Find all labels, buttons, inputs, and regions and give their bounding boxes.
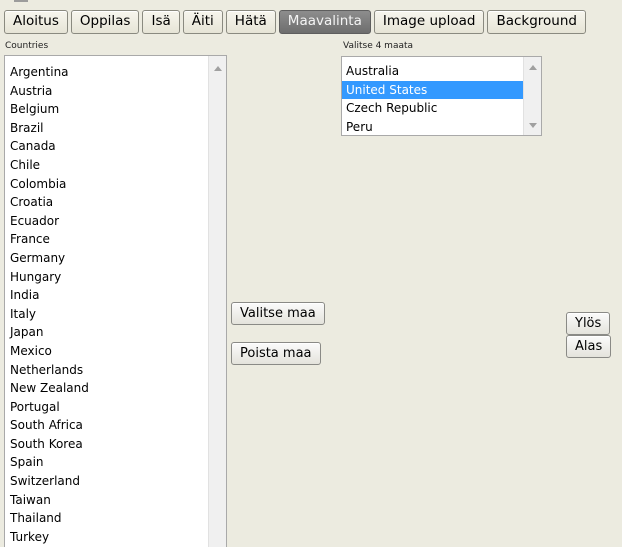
scroll-down-icon[interactable] — [529, 123, 537, 128]
selected-countries-listbox[interactable]: Australia United States Czech Republic Peru — [341, 56, 542, 136]
country-option[interactable]: Chile — [5, 156, 210, 175]
remove-country-button[interactable]: Poista maa — [231, 342, 321, 365]
country-option[interactable]: Japan — [5, 323, 210, 342]
selected-country-option[interactable]: Czech Republic — [342, 99, 525, 118]
tab-background[interactable]: Background — [487, 10, 586, 34]
top-edge-mark — [14, 0, 28, 2]
country-option[interactable]: Thailand — [5, 509, 210, 528]
countries-listbox[interactable]: Argentina Austria Belgium Brazil Canada Chile… — [4, 55, 227, 547]
country-option[interactable]: Taiwan — [5, 491, 210, 510]
move-up-button[interactable]: Ylös — [566, 312, 611, 335]
selected-scrollbar[interactable] — [523, 57, 541, 135]
country-option[interactable]: South Africa — [5, 416, 210, 435]
country-option[interactable]: Spain — [5, 453, 210, 472]
selected-country-option[interactable]: Peru — [342, 118, 525, 136]
tab-aloitus[interactable]: Aloitus — [4, 10, 68, 34]
country-option[interactable]: South Korea — [5, 435, 210, 454]
country-option[interactable]: Portugal — [5, 398, 210, 417]
country-option[interactable]: France — [5, 230, 210, 249]
countries-scrollbar[interactable] — [208, 56, 226, 547]
country-option[interactable]: Italy — [5, 305, 210, 324]
tab-maavalinta[interactable]: Maavalinta — [278, 10, 371, 34]
tab-image-upload[interactable]: Image upload — [373, 10, 485, 34]
country-option[interactable]: Netherlands — [5, 361, 210, 380]
selected-country-option[interactable]: United States — [342, 80, 525, 99]
tab-oppilas[interactable]: Oppilas — [70, 10, 140, 34]
country-option[interactable]: India — [5, 286, 210, 305]
tab-bar: Aloitus Oppilas Isä Äiti Hätä Maavalinta Image… — [4, 10, 622, 34]
scroll-up-icon[interactable] — [529, 65, 537, 70]
country-option[interactable]: Mexico — [5, 342, 210, 361]
country-option[interactable]: Canada — [5, 137, 210, 156]
country-option[interactable]: Turkey — [5, 528, 210, 547]
window-top-edge — [0, 0, 622, 4]
country-option[interactable]: Ecuador — [5, 212, 210, 231]
selected-countries-label: Valitse 4 maata — [343, 41, 414, 51]
selected-items: Australia United States Czech Republic Peru — [342, 62, 525, 136]
country-option[interactable]: Brazil — [5, 119, 210, 138]
country-option[interactable]: Croatia — [5, 193, 210, 212]
move-down-button[interactable]: Alas — [566, 335, 612, 358]
country-option[interactable]: Hungary — [5, 268, 210, 287]
tab-hata[interactable]: Hätä — [225, 10, 276, 34]
tab-isa[interactable]: Isä — [142, 10, 180, 34]
selected-country-option[interactable]: Australia — [342, 62, 525, 81]
country-option[interactable]: Austria — [5, 82, 210, 101]
countries-label: Countries — [5, 41, 49, 51]
country-option[interactable]: Argentina — [5, 63, 210, 82]
country-option[interactable]: New Zealand — [5, 379, 210, 398]
country-option[interactable]: Colombia — [5, 175, 210, 194]
country-option[interactable]: Belgium — [5, 100, 210, 119]
choose-country-button[interactable]: Valitse maa — [231, 302, 325, 325]
scroll-up-icon[interactable] — [214, 66, 222, 71]
countries-items: Argentina Austria Belgium Brazil Canada Chile… — [5, 63, 210, 546]
tab-aiti[interactable]: Äiti — [182, 10, 223, 34]
country-option[interactable]: Germany — [5, 249, 210, 268]
country-option[interactable]: Switzerland — [5, 472, 210, 491]
